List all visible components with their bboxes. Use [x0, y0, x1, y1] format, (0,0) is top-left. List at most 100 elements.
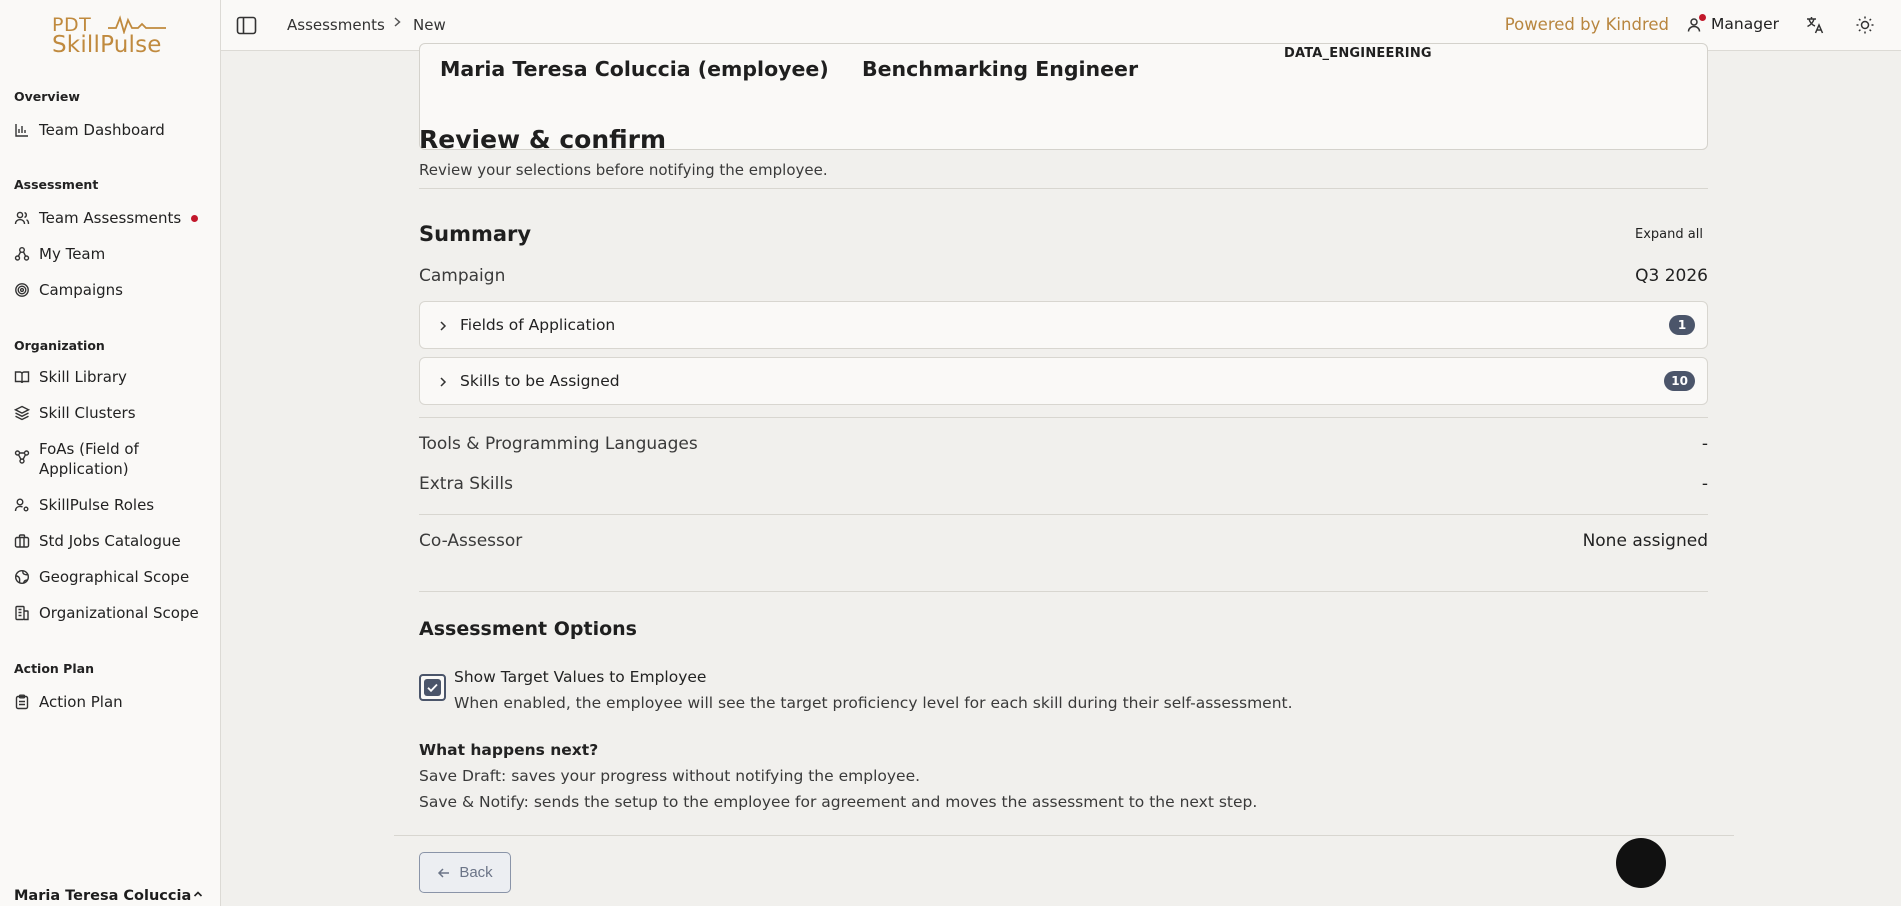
logo-line2: SkillPulse — [52, 32, 162, 58]
users-icon — [14, 210, 30, 226]
extra-skills-label: Extra Skills — [419, 474, 513, 494]
open-book-icon — [14, 369, 30, 385]
theme-sun-icon[interactable] — [1855, 15, 1875, 35]
user-switch-icon — [1687, 13, 1707, 33]
employee-job-title: Benchmarking Engineer — [862, 57, 1139, 81]
sidebar-item-label: Team Dashboard — [39, 121, 165, 139]
sidebar-item-foas[interactable]: FoAs (Field of Application) — [14, 439, 210, 479]
extra-skills-value: - — [1701, 474, 1708, 494]
sidebar-item-team-dashboard[interactable]: Team Dashboard — [14, 120, 210, 140]
divider — [419, 188, 1708, 189]
sidebar-item-team-assessments[interactable]: Team Assessments — [14, 208, 210, 228]
back-button[interactable]: Back — [419, 852, 511, 893]
tools-label: Tools & Programming Languages — [419, 434, 698, 454]
footer-divider — [394, 835, 1734, 836]
sidebar-item-label: Campaigns — [39, 281, 124, 299]
next-steps-line: Save Draft: saves your progress without … — [419, 767, 921, 785]
arrow-left-icon — [438, 867, 450, 878]
notification-dot — [191, 215, 199, 222]
sidebar-item-label: Geographical Scope — [39, 568, 190, 586]
assessment-options-title: Assessment Options — [419, 618, 637, 640]
language-icon[interactable] — [1805, 15, 1825, 35]
chevron-right-icon — [391, 15, 403, 33]
coassessor-value: None assigned — [1582, 531, 1708, 551]
sidebar-item-label: Team Assessments — [39, 209, 182, 227]
user-menu[interactable]: Maria Teresa Coluccia — [14, 888, 204, 904]
show-target-label[interactable]: Show Target Values to Employee — [454, 668, 706, 686]
briefcase-icon — [14, 533, 30, 549]
count-badge: 1 — [1669, 315, 1695, 335]
sidebar: PDT SkillPulse Overview Team Dashboard A… — [0, 0, 221, 906]
sidebar-item-my-team[interactable]: My Team — [14, 244, 210, 264]
chevron-up-icon — [192, 888, 204, 904]
employee-name: Maria Teresa Coluccia (employee) — [440, 57, 829, 81]
sidebar-item-skill-library[interactable]: Skill Library — [14, 367, 210, 387]
globe-icon — [14, 569, 30, 585]
section-overview: Overview — [14, 89, 80, 104]
bar-chart-icon — [14, 122, 30, 138]
sidebar-item-label: Skill Library — [39, 368, 127, 386]
app-logo[interactable]: PDT SkillPulse — [52, 14, 168, 58]
accordion-fields-of-application[interactable]: Fields of Application 1 — [419, 301, 1708, 349]
page-title: Review & confirm — [419, 125, 667, 154]
next-steps-title: What happens next? — [419, 741, 599, 759]
summary-title: Summary — [419, 222, 532, 246]
sidebar-item-label: Organizational Scope — [39, 604, 199, 622]
section-organization: Organization — [14, 338, 105, 353]
coassessor-label: Co-Assessor — [419, 531, 523, 551]
sidebar-item-skillpulse-roles[interactable]: SkillPulse Roles — [14, 495, 210, 515]
tools-value: - — [1701, 434, 1708, 454]
sidebar-item-geo-scope[interactable]: Geographical Scope — [14, 567, 210, 587]
foas-line1: FoAs (Field of — [39, 440, 139, 458]
pulse-icon — [108, 15, 166, 34]
layers-icon — [14, 405, 30, 421]
target-icon — [14, 282, 30, 298]
sidebar-toggle-icon[interactable] — [236, 15, 257, 36]
accordion-label: Skills to be Assigned — [460, 372, 620, 390]
sidebar-item-label: Skill Clusters — [39, 404, 136, 422]
sidebar-item-skill-clusters[interactable]: Skill Clusters — [14, 403, 210, 423]
building-icon — [14, 605, 30, 621]
campaign-label: Campaign — [419, 266, 506, 286]
powered-by-label: Powered by Kindred — [1504, 15, 1669, 34]
clipboard-icon — [14, 694, 30, 710]
check-icon — [427, 683, 438, 693]
divider — [419, 417, 1708, 418]
foas-line2: Application) — [39, 460, 129, 478]
role-label: Manager — [1711, 15, 1779, 33]
accordion-label: Fields of Application — [460, 316, 616, 334]
role-switcher[interactable]: Manager — [1687, 13, 1779, 33]
count-badge: 10 — [1664, 371, 1695, 391]
user-name: Maria Teresa Coluccia — [14, 888, 192, 904]
user-cog-icon — [14, 497, 30, 513]
org-tree-icon — [14, 246, 30, 262]
role-alert-dot — [1699, 13, 1707, 21]
sidebar-item-label: Std Jobs Catalogue — [39, 532, 181, 550]
sidebar-item-org-scope[interactable]: Organizational Scope — [14, 603, 210, 623]
accordion-skills-to-be-assigned[interactable]: Skills to be Assigned 10 — [419, 357, 1708, 405]
sidebar-item-label: SkillPulse Roles — [39, 496, 155, 514]
sidebar-item-action-plan[interactable]: Action Plan — [14, 692, 210, 712]
next-steps-line: Save & Notify: sends the setup to the em… — [419, 793, 1258, 811]
section-action-plan: Action Plan — [14, 661, 94, 676]
chat-widget-button[interactable] — [1616, 838, 1666, 888]
divider — [419, 514, 1708, 515]
expand-all-button[interactable]: Expand all — [1635, 227, 1703, 242]
sidebar-item-label: Action Plan — [39, 693, 123, 711]
chevron-right-icon — [436, 318, 450, 332]
campaign-value: Q3 2026 — [1635, 266, 1708, 286]
show-target-checkbox[interactable] — [419, 674, 446, 701]
sidebar-item-label: My Team — [39, 245, 106, 263]
sidebar-item-campaigns[interactable]: Campaigns — [14, 280, 210, 300]
employee-department: DATA_ENGINEERING — [1284, 46, 1432, 61]
page-subtitle: Review your selections before notifying … — [419, 161, 828, 179]
divider — [419, 591, 1708, 592]
workflow-icon — [14, 449, 30, 465]
breadcrumb-assessments[interactable]: Assessments — [287, 16, 385, 34]
breadcrumb-new: New — [413, 16, 446, 34]
sidebar-item-std-jobs[interactable]: Std Jobs Catalogue — [14, 531, 210, 551]
sidebar-item-label: FoAs (Field of Application) — [39, 439, 139, 479]
section-assessment: Assessment — [14, 177, 99, 192]
back-label: Back — [459, 864, 493, 881]
show-target-description: When enabled, the employee will see the … — [454, 694, 1293, 712]
